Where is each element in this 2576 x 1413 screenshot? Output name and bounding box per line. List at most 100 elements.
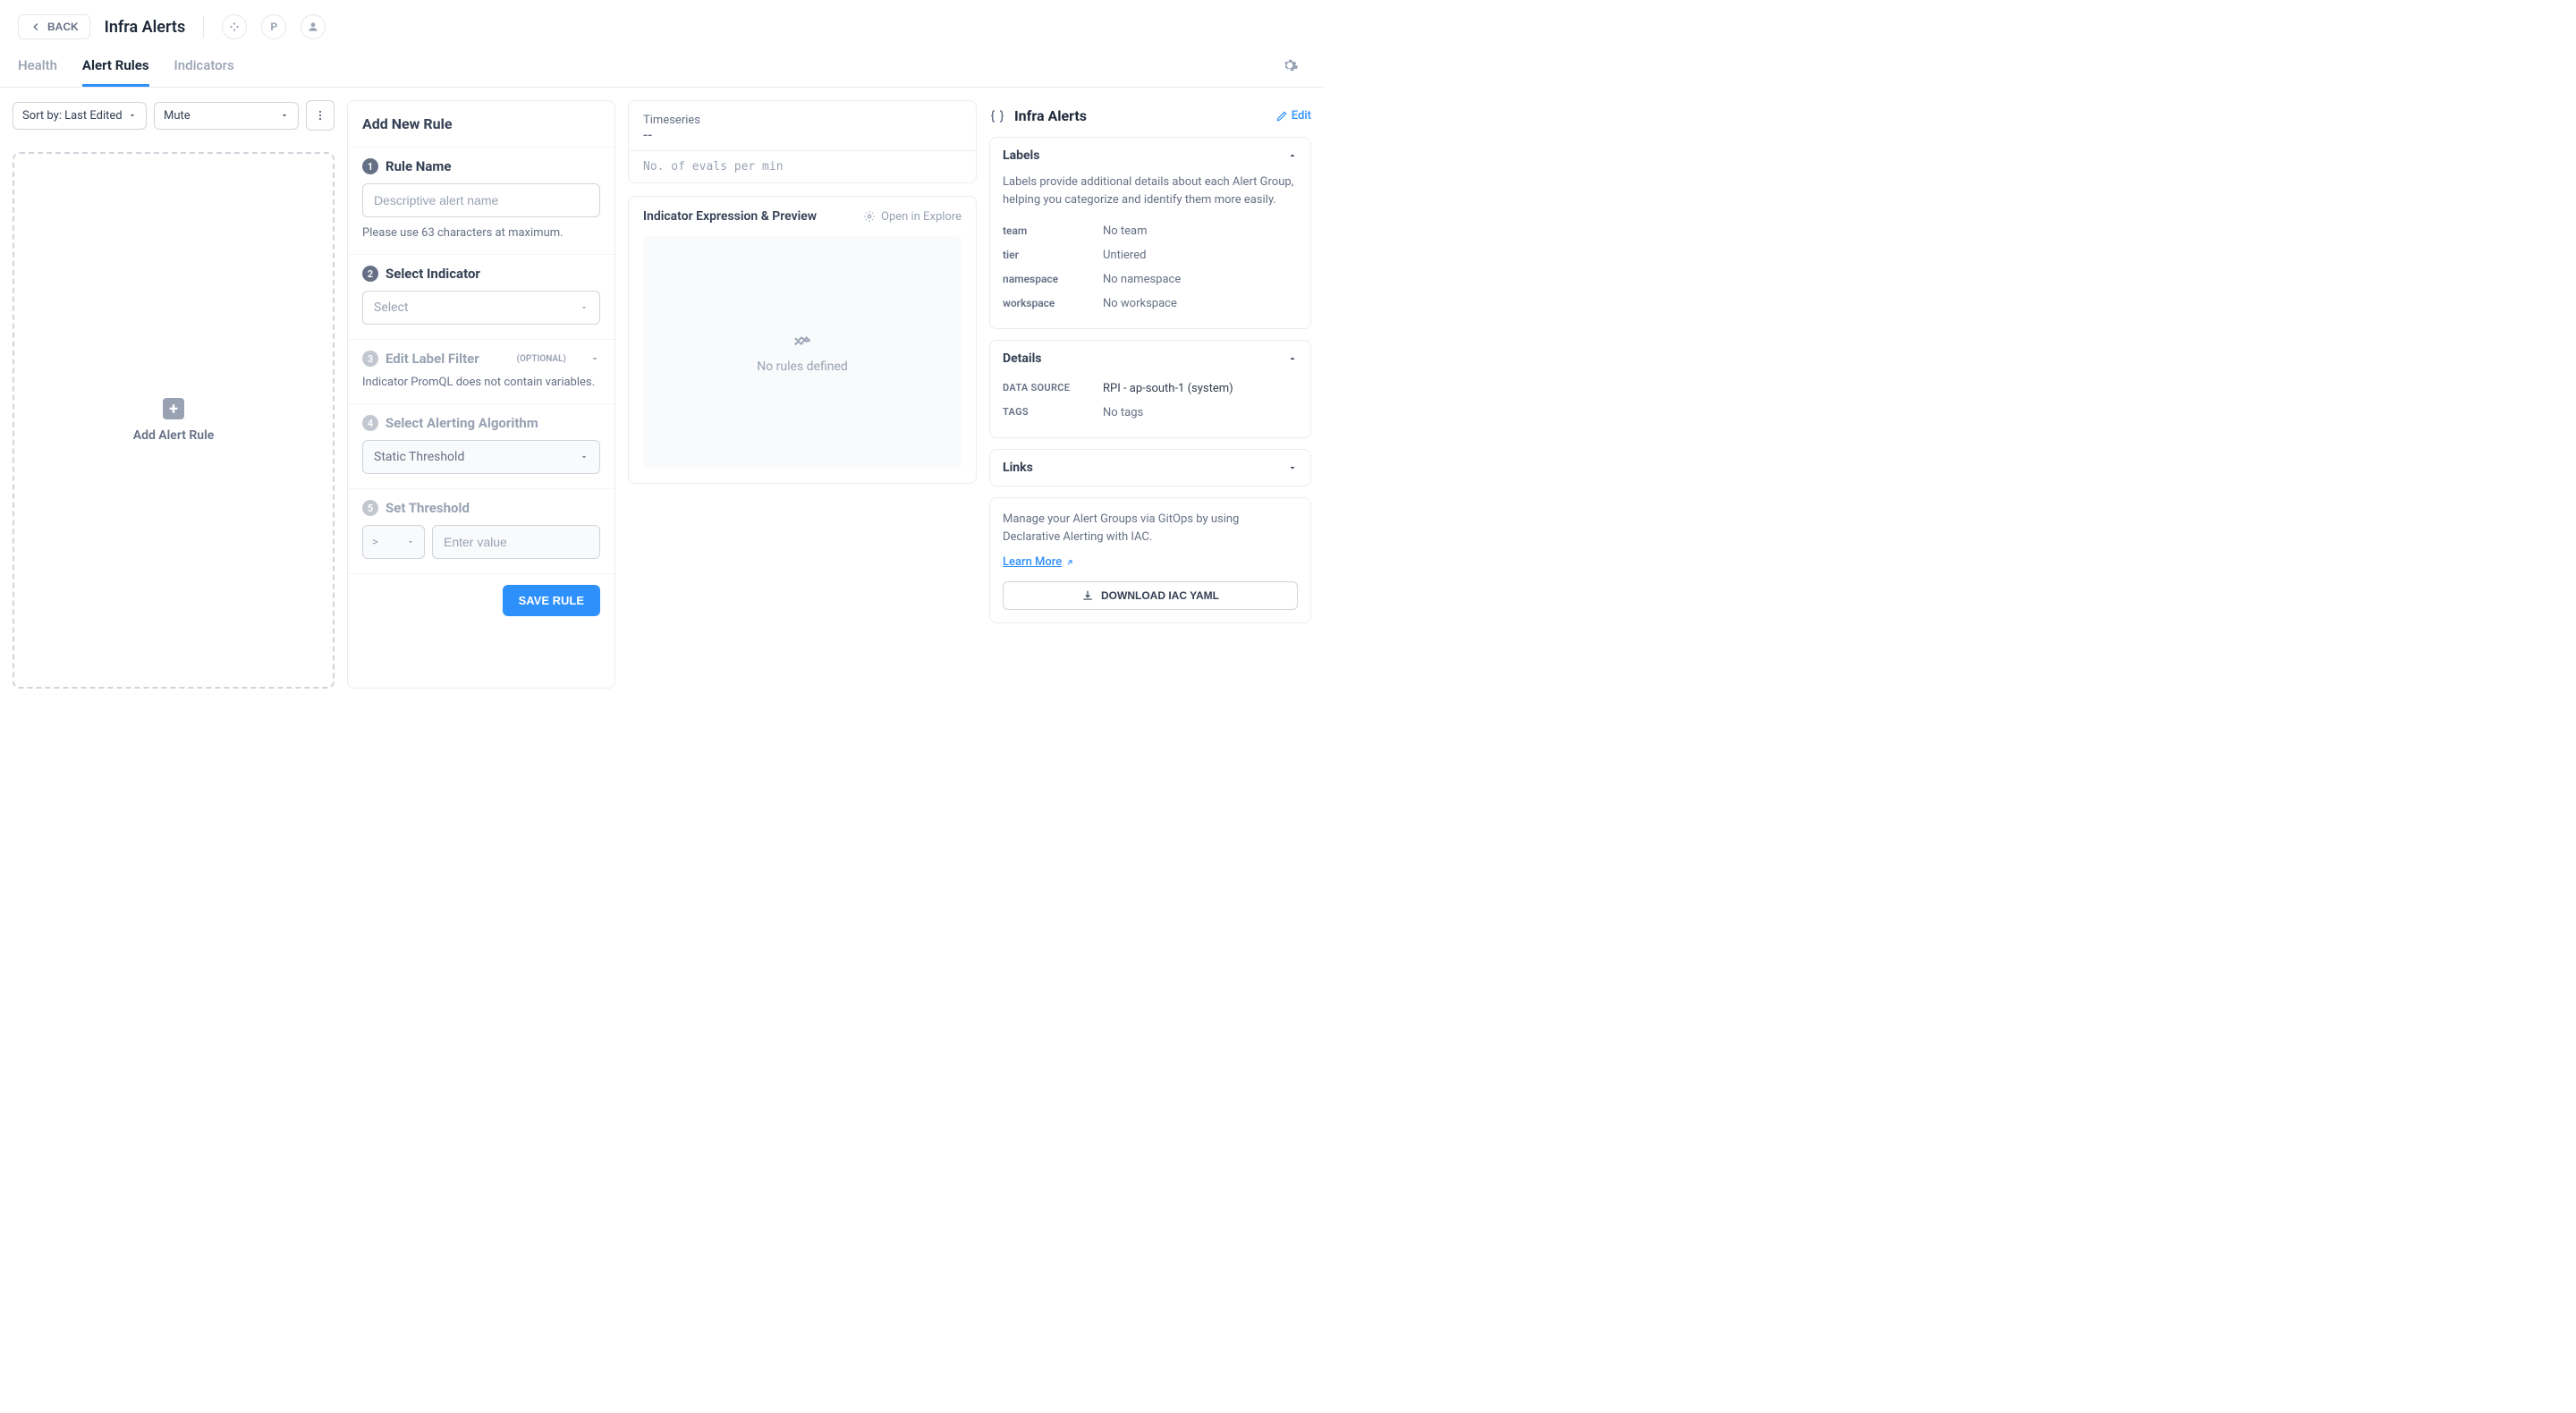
arrow-left-icon	[30, 21, 42, 33]
rules-column: Sort by: Last Edited Mute + Add Alert Ru…	[13, 100, 335, 689]
tabs-row: Health Alert Rules Indicators	[0, 47, 1324, 88]
tab-indicators[interactable]: Indicators	[174, 47, 234, 87]
detail-value: RPI - ap-south-1 (system)	[1103, 382, 1233, 395]
settings-gear-button[interactable]	[1274, 49, 1306, 85]
add-alert-rule-box[interactable]: + Add Alert Rule	[13, 152, 335, 689]
chevron-down-icon	[580, 303, 589, 312]
indicator-select[interactable]: Select	[362, 291, 600, 325]
step2-title: Select Indicator	[386, 266, 480, 282]
gitops-desc: Manage your Alert Groups via GitOps by u…	[1003, 511, 1298, 546]
sort-row: Sort by: Last Edited Mute	[13, 100, 335, 131]
divider	[203, 16, 204, 38]
optional-badge: (OPTIONAL)	[517, 354, 566, 364]
step-threshold: 5 Set Threshold >	[348, 488, 614, 573]
links-card: Links	[989, 449, 1311, 487]
user-icon	[307, 21, 319, 33]
labels-card-head[interactable]: Labels	[990, 138, 1310, 173]
external-link-icon	[1065, 558, 1074, 567]
links-card-head[interactable]: Links	[990, 450, 1310, 486]
chevron-up-icon	[1287, 353, 1298, 364]
chevron-down-icon	[1287, 462, 1298, 473]
page-header: BACK Infra Alerts P	[0, 0, 1324, 47]
back-label: BACK	[47, 21, 79, 33]
dots-vertical-icon	[314, 109, 326, 122]
indicator-placeholder: Select	[374, 300, 408, 315]
step-num-2: 2	[362, 266, 378, 282]
step-algorithm: 4 Select Alerting Algorithm Static Thres…	[348, 403, 614, 488]
details-title: Details	[1003, 351, 1042, 366]
timeseries-panel: Timeseries -- No. of evals per min	[628, 100, 977, 183]
detail-row-tags: TAGS No tags	[1003, 401, 1298, 425]
details-card: Details DATA SOURCE RPI - ap-south-1 (sy…	[989, 340, 1311, 438]
download-icon	[1081, 589, 1094, 602]
step-num-3: 3	[362, 351, 378, 367]
preview-empty-text: No rules defined	[757, 360, 848, 374]
edit-label: Edit	[1292, 109, 1311, 123]
step3-helper: Indicator PromQL does not contain variab…	[362, 376, 600, 389]
details-card-head[interactable]: Details	[990, 341, 1310, 377]
main-grid: Sort by: Last Edited Mute + Add Alert Ru…	[0, 88, 1324, 701]
label-value: Untiered	[1103, 249, 1146, 262]
open-in-explore-link[interactable]: Open in Explore	[863, 210, 962, 224]
step-label-filter: 3 Edit Label Filter (OPTIONAL) Indicator…	[348, 339, 614, 403]
learn-more-link[interactable]: Learn More	[1003, 555, 1074, 569]
chart-icon	[792, 331, 812, 351]
braces-icon	[989, 108, 1005, 124]
links-title: Links	[1003, 461, 1033, 475]
add-rule-label: Add Alert Rule	[133, 428, 215, 443]
download-iac-button[interactable]: DOWNLOAD IAC YAML	[1003, 581, 1298, 610]
edit-link[interactable]: Edit	[1275, 109, 1311, 123]
labels-title: Labels	[1003, 148, 1039, 163]
download-label: DOWNLOAD IAC YAML	[1101, 589, 1219, 602]
threshold-value-input[interactable]	[432, 525, 600, 559]
more-menu-button[interactable]	[306, 100, 335, 131]
slack-glyph-icon	[228, 21, 241, 33]
sidebar-title: Infra Alerts	[1014, 107, 1087, 124]
chevron-down-icon	[280, 111, 289, 120]
gitops-card: Manage your Alert Groups via GitOps by u…	[989, 497, 1311, 623]
step3-title: Edit Label Filter	[386, 351, 479, 367]
algorithm-select[interactable]: Static Threshold	[362, 440, 600, 474]
mute-dropdown[interactable]: Mute	[154, 102, 299, 130]
chevron-down-icon	[406, 537, 415, 546]
labels-card: Labels Labels provide additional details…	[989, 137, 1311, 329]
chevron-down-icon	[128, 111, 137, 120]
pencil-icon	[1275, 110, 1288, 123]
sidebar-head: Infra Alerts Edit	[989, 100, 1311, 137]
threshold-op: >	[372, 536, 378, 549]
tab-alert-rules[interactable]: Alert Rules	[82, 47, 149, 87]
label-value: No team	[1103, 224, 1148, 238]
user-icon-button[interactable]	[301, 14, 326, 39]
step-num-5: 5	[362, 500, 378, 516]
learn-more-label: Learn More	[1003, 555, 1062, 569]
label-key: tier	[1003, 249, 1092, 262]
save-rule-button[interactable]: SAVE RULE	[503, 585, 600, 616]
slack-icon[interactable]	[222, 14, 247, 39]
panel-title: Add New Rule	[348, 101, 614, 147]
step1-title: Rule Name	[386, 158, 452, 174]
preview-column: Timeseries -- No. of evals per min Indic…	[628, 100, 977, 689]
label-row-namespace: namespace No namespace	[1003, 267, 1298, 292]
timeseries-value: --	[643, 127, 962, 143]
back-button[interactable]: BACK	[18, 14, 90, 39]
step5-title: Set Threshold	[386, 500, 470, 516]
tab-health[interactable]: Health	[18, 47, 57, 87]
step-rule-name: 1 Rule Name Please use 63 characters at …	[348, 147, 614, 254]
label-row-workspace: workspace No workspace	[1003, 292, 1298, 316]
preview-empty-state: No rules defined	[643, 236, 962, 469]
page-title: Infra Alerts	[105, 18, 186, 37]
step4-title: Select Alerting Algorithm	[386, 415, 538, 431]
algorithm-value: Static Threshold	[374, 450, 464, 464]
gear-icon	[1281, 56, 1299, 74]
detail-key: TAGS	[1003, 406, 1092, 419]
p-icon-button[interactable]: P	[261, 14, 286, 39]
step-select-indicator: 2 Select Indicator Select	[348, 254, 614, 339]
sort-dropdown[interactable]: Sort by: Last Edited	[13, 102, 147, 130]
open-explore-label: Open in Explore	[881, 210, 962, 224]
label-key: workspace	[1003, 297, 1092, 310]
tabs: Health Alert Rules Indicators	[18, 47, 234, 87]
threshold-operator-select[interactable]: >	[362, 525, 425, 559]
label-value: No workspace	[1103, 297, 1177, 310]
detail-key: DATA SOURCE	[1003, 382, 1092, 395]
rule-name-input[interactable]	[362, 183, 600, 217]
